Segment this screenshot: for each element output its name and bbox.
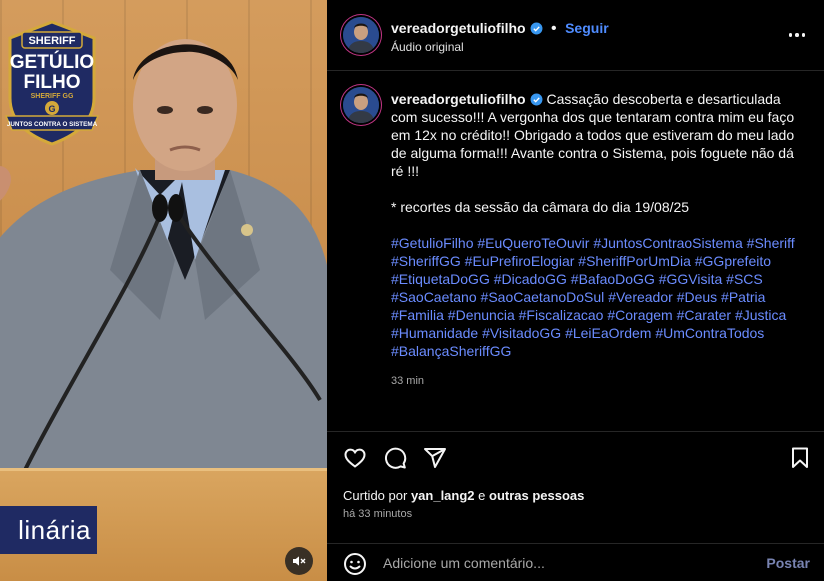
caption-username[interactable]: vereadorgetuliofilho — [391, 91, 526, 107]
follow-button[interactable]: Seguir — [565, 20, 609, 36]
hashtag-link[interactable]: #LeiEaOrdem — [565, 325, 651, 341]
hashtag-link[interactable]: #BalançaSheriffGG — [391, 343, 511, 359]
hashtag-list: #GetulioFilho #EuQueroTeOuvir #JuntosCon… — [391, 234, 803, 360]
badge-name-1: GETÚLIO — [10, 51, 94, 73]
liked-and: e — [478, 488, 486, 503]
hashtag-link[interactable]: #BafaoDoGG — [571, 271, 655, 287]
verified-badge-icon — [530, 93, 543, 106]
hashtag-link[interactable]: #Justica — [735, 307, 786, 323]
hashtag-link[interactable]: #EuPrefiroElogiar — [465, 253, 575, 269]
post-comment-button[interactable]: Postar — [766, 555, 810, 571]
hashtag-link[interactable]: #EtiquetaDoGG — [391, 271, 490, 287]
header-separator: • — [551, 20, 557, 37]
reel-video[interactable]: SHERIFF GETÚLIO FILHO SHERIFF GG G JUNTO… — [0, 0, 327, 581]
hashtag-link[interactable]: #Patria — [721, 289, 765, 305]
hashtag-link[interactable]: #GetulioFilho — [391, 235, 474, 251]
action-bar — [343, 446, 811, 472]
post-time[interactable]: 33 min — [391, 372, 803, 390]
badge-name-2: FILHO — [24, 72, 81, 93]
emoji-icon[interactable] — [343, 552, 367, 576]
hashtag-link[interactable]: #SaoCaetano — [391, 289, 477, 305]
heart-icon[interactable] — [343, 446, 367, 470]
badge-top-text: SHERIFF — [28, 35, 75, 47]
verified-badge-icon — [530, 22, 543, 35]
liked-user-link[interactable]: yan_lang2 — [411, 488, 475, 503]
share-icon[interactable] — [423, 446, 447, 470]
badge-sub-text: SHERIFF GG — [31, 93, 74, 100]
mute-button[interactable] — [285, 547, 313, 575]
bookmark-icon[interactable] — [788, 446, 812, 470]
hashtag-link[interactable]: #Carater — [677, 307, 731, 323]
hashtag-link[interactable]: #SheriffGG — [391, 253, 461, 269]
post-time-ago[interactable]: há 33 minutos — [343, 508, 412, 520]
hashtag-link[interactable]: #Coragem — [607, 307, 672, 323]
hashtag-link[interactable]: #Vereador — [608, 289, 673, 305]
hashtag-link[interactable]: #SCS — [726, 271, 763, 287]
more-options-button[interactable] — [787, 26, 807, 44]
comment-icon[interactable] — [383, 446, 407, 470]
comment-input[interactable]: Adicione um comentário... — [383, 555, 545, 571]
hashtag-link[interactable]: #Fiscalizacao — [519, 307, 604, 323]
divider — [327, 431, 824, 432]
hashtag-link[interactable]: #Familia — [391, 307, 444, 323]
post-header: vereadorgetuliofilho • Seguir Áudio orig… — [327, 0, 824, 71]
sheriff-badge-logo: SHERIFF GETÚLIO FILHO SHERIFF GG G JUNTO… — [4, 20, 100, 146]
session-caption-text: linária — [18, 514, 91, 545]
hashtag-link[interactable]: #VisitadoGG — [482, 325, 561, 341]
hashtag-link[interactable]: #EuQueroTeOuvir — [477, 235, 589, 251]
liked-prefix: Curtido por — [343, 488, 408, 503]
liked-by-text: Curtido por yan_lang2 e outras pessoas — [343, 488, 584, 503]
header-username[interactable]: vereadorgetuliofilho — [391, 20, 526, 36]
liked-others-link[interactable]: outras pessoas — [489, 488, 584, 503]
hashtag-link[interactable]: #GGVisita — [659, 271, 723, 287]
hashtag-link[interactable]: #DicadoGG — [494, 271, 567, 287]
hashtag-link[interactable]: #UmContraTodos — [655, 325, 764, 341]
post-caption: vereadorgetuliofilho Cassação descoberta… — [391, 90, 803, 390]
badge-ribbon-text: JUNTOS CONTRA O SISTEMA — [7, 121, 98, 128]
hashtag-link[interactable]: #JuntosContraoSistema — [593, 235, 742, 251]
hashtag-link[interactable]: #SaoCaetanoDoSul — [481, 289, 605, 305]
post-details-panel: vereadorgetuliofilho • Seguir Áudio orig… — [327, 0, 824, 581]
session-caption-bar: linária — [0, 506, 97, 554]
comment-author-avatar[interactable] — [343, 87, 379, 123]
hashtag-link[interactable]: #Sheriff — [747, 235, 795, 251]
speaker-muted-icon — [293, 556, 306, 566]
add-comment-bar: Adicione um comentário... Postar — [327, 544, 824, 581]
hashtag-link[interactable]: #Denuncia — [448, 307, 515, 323]
hashtag-link[interactable]: #Humanidade — [391, 325, 478, 341]
hashtag-link[interactable]: #GGprefeito — [695, 253, 771, 269]
author-avatar[interactable] — [343, 17, 379, 53]
audio-label[interactable]: Áudio original — [391, 40, 464, 54]
badge-letter: G — [48, 104, 55, 114]
caption-note: * recortes da sessão da câmara do dia 19… — [391, 199, 690, 215]
hashtag-link[interactable]: #SheriffPorUmDia — [578, 253, 691, 269]
more-horizontal-icon — [788, 33, 793, 37]
hashtag-link[interactable]: #Deus — [677, 289, 717, 305]
